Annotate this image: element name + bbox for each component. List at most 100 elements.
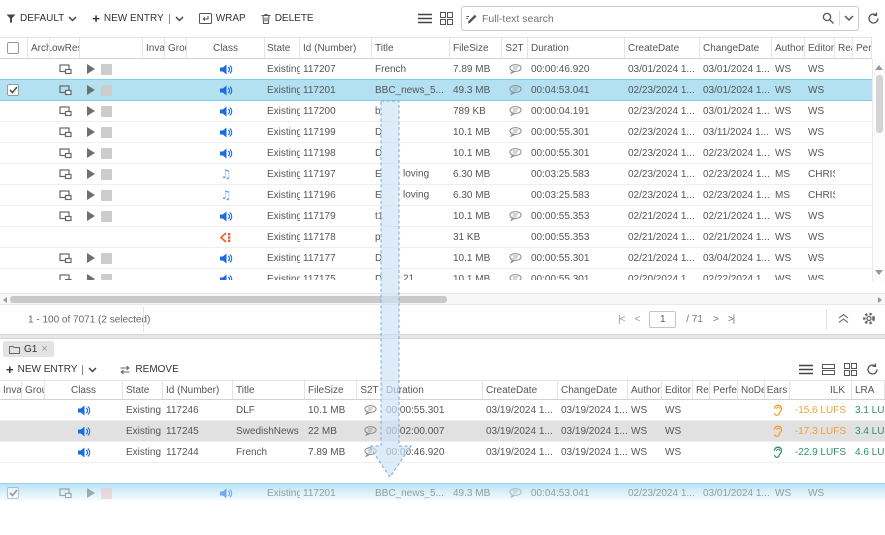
play-icon[interactable] [86, 148, 95, 158]
column-header[interactable]: CreateDate [483, 381, 558, 399]
column-header[interactable]: Archi [28, 38, 50, 58]
stop-icon[interactable] [101, 190, 112, 201]
refresh-icon[interactable] [866, 363, 879, 376]
scroll-right-icon[interactable] [878, 297, 882, 303]
column-header[interactable]: LRA [852, 381, 885, 399]
column-header[interactable]: Inval [143, 38, 165, 58]
vertical-scrollbar[interactable] [872, 59, 885, 281]
column-header[interactable]: Duration [383, 381, 483, 399]
delete-button[interactable]: DELETE [261, 13, 314, 24]
cell-select[interactable] [0, 101, 28, 121]
column-header[interactable]: FileSize [450, 38, 502, 58]
stop-icon[interactable] [101, 488, 112, 499]
stop-icon[interactable] [101, 211, 112, 222]
list-view-icon[interactable] [799, 364, 813, 375]
column-header[interactable]: ChangeDate [700, 38, 772, 58]
column-header[interactable]: Title [233, 381, 305, 399]
column-header[interactable] [80, 38, 143, 58]
column-header[interactable]: Ears [765, 381, 790, 399]
column-header[interactable]: Editor [662, 381, 693, 399]
table-row[interactable]: Existing117207French7.89 MB00:00:46.9200… [0, 59, 872, 80]
column-header[interactable]: Duration [528, 38, 625, 58]
table-row[interactable]: ♫Existing117197Eloving6.30 MB00:03:25.58… [0, 164, 872, 185]
column-header[interactable]: ILK [790, 381, 852, 399]
tab-g1[interactable]: G1 × [3, 341, 54, 357]
stop-icon[interactable] [101, 274, 112, 281]
cell-select[interactable] [0, 185, 28, 205]
checkbox-checked[interactable] [7, 84, 19, 96]
play-icon[interactable] [86, 488, 95, 498]
cell-select[interactable] [0, 484, 28, 502]
cell-select[interactable] [0, 269, 28, 280]
table-row[interactable]: Existing117177D10.1 MB00:00:55.30102/21/… [0, 248, 872, 269]
last-page-button[interactable]: >| [728, 314, 734, 325]
settings-gear-icon[interactable] [862, 311, 876, 328]
scrollbar-thumb[interactable] [876, 75, 883, 133]
cell-select[interactable] [0, 206, 28, 226]
grid-view-icon[interactable] [844, 363, 857, 376]
group-new-entry-button[interactable]: + NEW ENTRY [6, 363, 97, 376]
prev-page-button[interactable]: < [634, 314, 639, 325]
close-icon[interactable]: × [41, 344, 47, 355]
column-header[interactable]: Class [187, 38, 265, 58]
table-row[interactable]: Existing117178p31 KB00:00:55.35302/21/20… [0, 227, 872, 248]
cell-select[interactable] [0, 122, 28, 142]
table-row[interactable]: Existing117179t110.1 MB00:00:55.35302/21… [0, 206, 872, 227]
column-header[interactable]: NoDe [738, 381, 765, 399]
cell-select[interactable] [0, 227, 28, 247]
column-header[interactable] [0, 38, 28, 58]
cell-select[interactable] [0, 164, 28, 184]
column-header[interactable]: LowRes [50, 38, 80, 58]
column-header[interactable]: Id (Number) [300, 38, 372, 58]
remove-button[interactable]: REMOVE [119, 364, 178, 375]
cell-select[interactable] [0, 59, 28, 79]
stop-icon[interactable] [101, 127, 112, 138]
select-all-checkbox[interactable] [7, 42, 19, 54]
scrollbar-thumb[interactable] [10, 296, 447, 303]
horizontal-scrollbar[interactable] [0, 293, 885, 305]
scroll-up-icon[interactable] [875, 65, 883, 70]
group-table-row[interactable]: Existing117246DLF10.1 MB00:00:55.30103/1… [0, 400, 885, 421]
column-header[interactable]: Inval [0, 381, 22, 399]
cell-select[interactable] [0, 80, 28, 100]
grid-view-icon[interactable] [440, 12, 453, 25]
column-header[interactable]: State [123, 381, 163, 399]
table-row[interactable]: Existing117200b789 KB00:00:04.19102/23/2… [0, 101, 872, 122]
column-header[interactable]: CreateDate [625, 38, 700, 58]
column-header[interactable]: Id (Number) [163, 381, 233, 399]
column-header[interactable]: Title [372, 38, 450, 58]
table-row[interactable]: Existing117201BBC_news_5...49.3 MB00:04:… [0, 79, 872, 101]
column-header[interactable]: Grou [22, 381, 45, 399]
play-icon[interactable] [86, 253, 95, 263]
new-entry-button[interactable]: + NEW ENTRY [92, 12, 183, 25]
column-header[interactable]: FileSize [305, 381, 357, 399]
column-header[interactable]: ChangeDate [558, 381, 628, 399]
play-icon[interactable] [86, 127, 95, 137]
column-header[interactable]: Perfe [853, 38, 872, 58]
search-input[interactable] [482, 13, 822, 25]
first-page-button[interactable]: |< [618, 314, 624, 325]
column-header[interactable]: Perfe [710, 381, 738, 399]
stop-icon[interactable] [101, 85, 112, 96]
list-view-icon[interactable] [418, 13, 432, 24]
column-header[interactable]: Class [45, 381, 123, 399]
next-page-button[interactable]: > [713, 314, 718, 325]
table-row[interactable]: Existing117199D10.1 MB00:00:55.30102/23/… [0, 122, 872, 143]
column-header[interactable]: Read [693, 381, 710, 399]
refresh-icon[interactable] [867, 12, 880, 25]
table-row[interactable]: Existing117198D10.1 MB00:00:55.30102/23/… [0, 143, 872, 164]
scroll-left-icon[interactable] [3, 297, 7, 303]
play-icon[interactable] [86, 106, 95, 116]
play-icon[interactable] [86, 85, 95, 95]
search-options-chevron-icon[interactable] [844, 15, 854, 22]
column-header[interactable]: Read [835, 38, 853, 58]
page-input[interactable] [649, 311, 676, 328]
column-header[interactable]: Editor [805, 38, 835, 58]
column-header[interactable]: Author [628, 381, 662, 399]
search-icon[interactable] [822, 12, 835, 25]
column-header[interactable]: State [265, 38, 300, 58]
play-icon[interactable] [86, 169, 95, 179]
column-header[interactable]: Grou [165, 38, 187, 58]
column-header[interactable]: Author [772, 38, 805, 58]
filter-default-button[interactable]: DEFAULT [6, 13, 77, 24]
